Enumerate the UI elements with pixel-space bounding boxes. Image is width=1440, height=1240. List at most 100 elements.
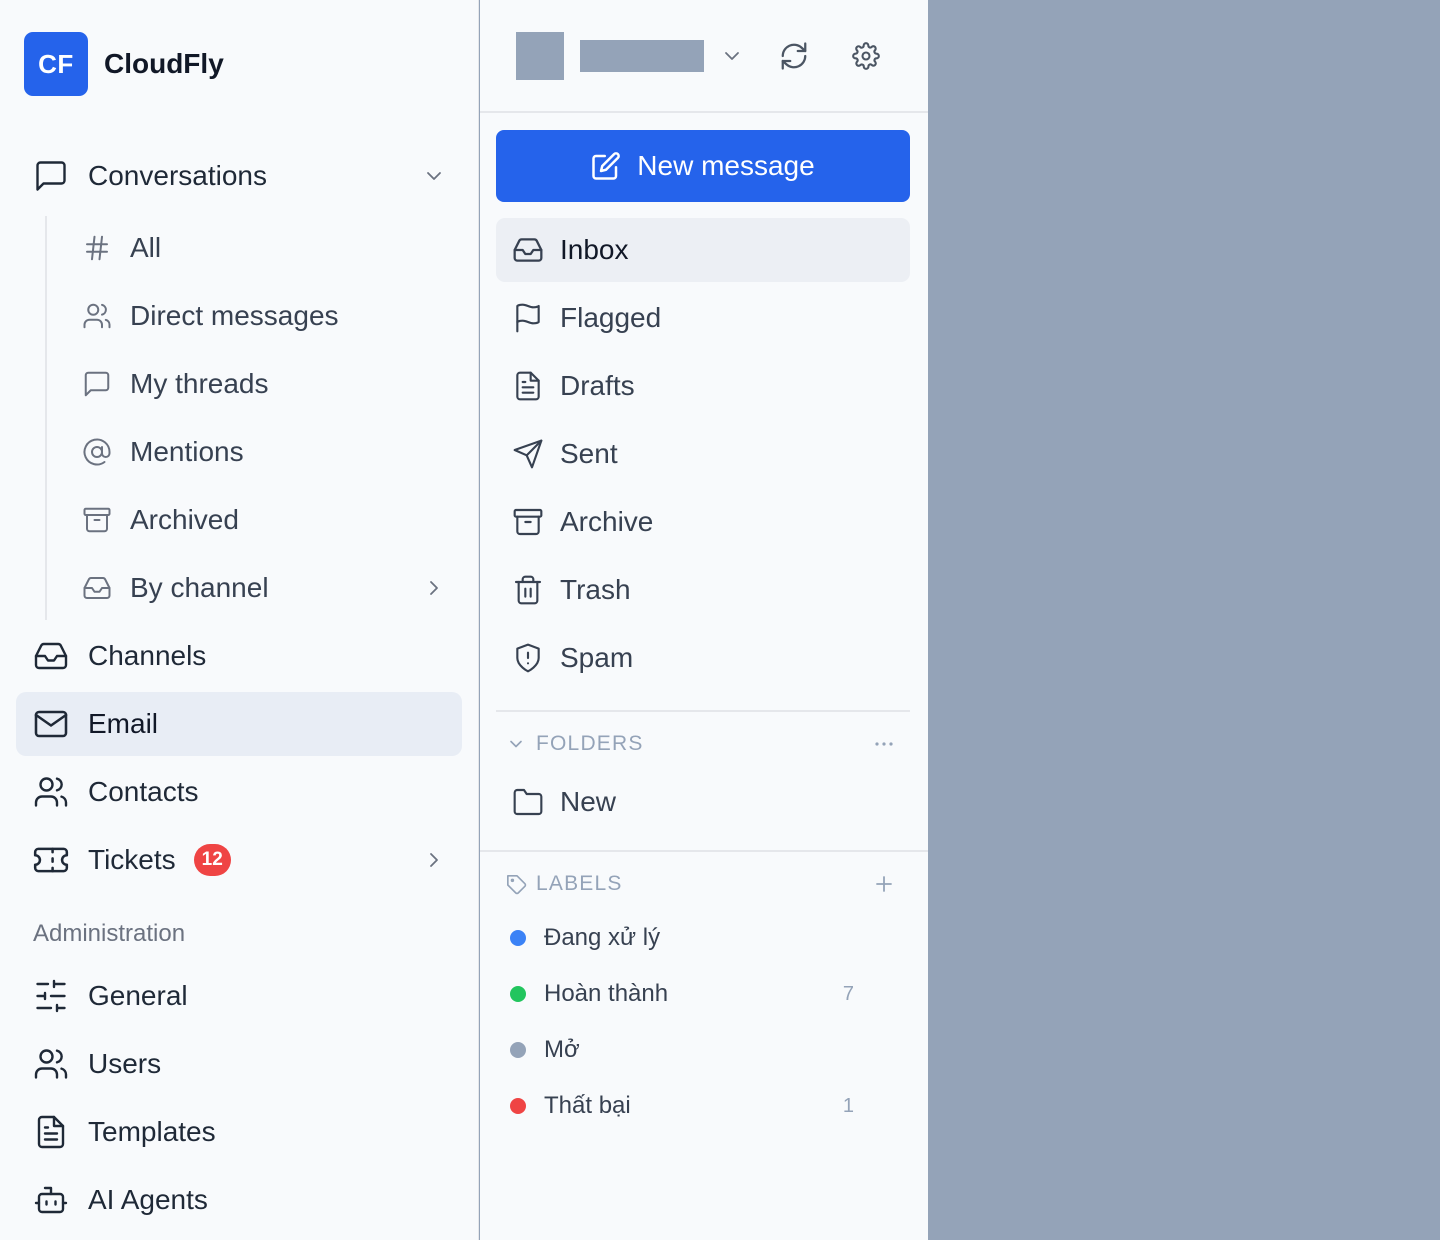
folder-sent[interactable]: Sent [496, 422, 910, 486]
folder-archive[interactable]: Archive [496, 490, 910, 554]
label-name: Hoàn thành [544, 980, 669, 1007]
label-count: 7 [842, 982, 854, 1005]
sidebar-item-label: Tickets [88, 844, 176, 875]
admin-section-title: Administration [33, 920, 186, 947]
ticket-icon [32, 841, 70, 879]
label-item[interactable]: Thất bại 1 [510, 1086, 870, 1126]
users-icon [80, 299, 114, 333]
sidebar-item-label: Conversations [88, 160, 267, 191]
folder-trash[interactable]: Trash [496, 558, 910, 622]
inbox-icon [512, 234, 544, 266]
shield-alert-icon [512, 642, 544, 674]
brand-logo: CF [24, 32, 88, 96]
message-square-icon [32, 157, 70, 195]
folder-label: Trash [560, 574, 631, 605]
account-selector[interactable] [580, 40, 704, 72]
sidebar-subitem-mentions[interactable]: Mentions [60, 422, 462, 482]
mail-account-header [480, 0, 928, 113]
folder-label: Drafts [560, 370, 635, 401]
users-icon [32, 773, 70, 811]
message-square-icon [80, 367, 114, 401]
chevron-right-icon[interactable] [422, 848, 446, 872]
trash-icon [512, 574, 544, 606]
brand[interactable]: CF CloudFly [24, 32, 224, 96]
account-avatar[interactable] [516, 32, 564, 80]
labels-section-title: LABELS [536, 872, 623, 895]
sidebar-subitem-all[interactable]: All [60, 218, 462, 278]
custom-folder-new[interactable]: New [496, 770, 910, 834]
sidebar-item-general[interactable]: General [16, 964, 462, 1028]
more-horizontal-icon[interactable] [870, 730, 898, 758]
folder-inbox[interactable]: Inbox [496, 218, 910, 282]
sidebar-item-tickets[interactable]: Tickets 12 [16, 828, 462, 892]
sliders-icon [32, 977, 70, 1015]
label-item[interactable]: Mở [510, 1030, 870, 1070]
edit-icon [591, 151, 621, 181]
sidebar-subitem-label: By channel [130, 572, 269, 603]
file-text-icon [32, 1113, 70, 1151]
sidebar-item-ai-agents[interactable]: AI Agents [16, 1168, 462, 1232]
label-name: Đang xử lý [544, 924, 661, 951]
folder-label: Flagged [560, 302, 662, 333]
folder-label: Inbox [560, 234, 629, 265]
labels-section-header[interactable]: LABELS [506, 868, 623, 900]
brand-name: CloudFly [104, 48, 224, 79]
folder-icon [512, 786, 544, 818]
chevron-down-icon [506, 734, 526, 754]
chevron-down-icon[interactable] [422, 164, 446, 188]
label-color-dot [510, 930, 526, 946]
new-message-label: New message [637, 150, 815, 181]
plus-icon[interactable] [870, 870, 898, 898]
tag-icon [506, 874, 527, 895]
sidebar-subitem-label: Direct messages [130, 300, 339, 331]
folder-drafts[interactable]: Drafts [496, 354, 910, 418]
sidebar-subitem-label: All [130, 232, 162, 263]
submenu-guide-line [45, 216, 47, 620]
folder-flagged[interactable]: Flagged [496, 286, 910, 350]
label-name: Thất bại [544, 1092, 631, 1119]
sidebar-item-label: AI Agents [88, 1184, 208, 1215]
sidebar-item-conversations[interactable]: Conversations [16, 144, 462, 208]
sidebar-item-users[interactable]: Users [16, 1032, 462, 1096]
label-color-dot [510, 1098, 526, 1114]
folder-label: Sent [560, 438, 618, 469]
chevron-down-icon[interactable] [720, 44, 744, 68]
sidebar-item-email[interactable]: Email [16, 692, 462, 756]
label-count: 1 [842, 1094, 854, 1117]
mail-icon [32, 705, 70, 743]
chevron-right-icon[interactable] [422, 576, 446, 600]
file-text-icon [512, 370, 544, 402]
sidebar-item-label: Channels [88, 640, 207, 671]
label-item[interactable]: Đang xử lý [510, 918, 870, 958]
divider [480, 850, 928, 852]
new-message-button[interactable]: New message [496, 130, 910, 202]
sidebar-subitem-label: My threads [130, 368, 269, 399]
inbox-icon [32, 637, 70, 675]
folder-label: Spam [560, 642, 634, 673]
sidebar-item-channels[interactable]: Channels [16, 624, 462, 688]
folders-section-title: FOLDERS [536, 732, 644, 755]
archive-icon [512, 506, 544, 538]
folders-section-header[interactable]: FOLDERS [506, 728, 644, 760]
folder-label: Archive [560, 506, 654, 537]
sidebar-subitem-label: Archived [130, 504, 239, 535]
folder-spam[interactable]: Spam [496, 626, 910, 690]
gear-icon[interactable] [848, 38, 884, 74]
sidebar-subitem-my-threads[interactable]: My threads [60, 354, 462, 414]
sidebar-item-templates[interactable]: Templates [16, 1100, 462, 1164]
sidebar-item-contacts[interactable]: Contacts [16, 760, 462, 824]
inbox-icon [80, 571, 114, 605]
tickets-count-badge: 12 [193, 844, 231, 876]
mail-folders-panel: New message Inbox Flagged Drafts Sent Ar… [480, 0, 928, 1240]
sidebar-subitem-direct-messages[interactable]: Direct messages [60, 286, 462, 346]
label-item[interactable]: Hoàn thành 7 [510, 974, 870, 1014]
sidebar-subitem-label: Mentions [130, 436, 244, 467]
content-placeholder-pane [928, 0, 1440, 1240]
divider [496, 710, 910, 712]
sidebar-item-label: Templates [88, 1116, 216, 1147]
label-name: Mở [544, 1036, 580, 1063]
sidebar-subitem-by-channel[interactable]: By channel [60, 558, 462, 618]
refresh-icon[interactable] [776, 38, 812, 74]
sidebar-subitem-archived[interactable]: Archived [60, 490, 462, 550]
at-sign-icon [80, 435, 114, 469]
